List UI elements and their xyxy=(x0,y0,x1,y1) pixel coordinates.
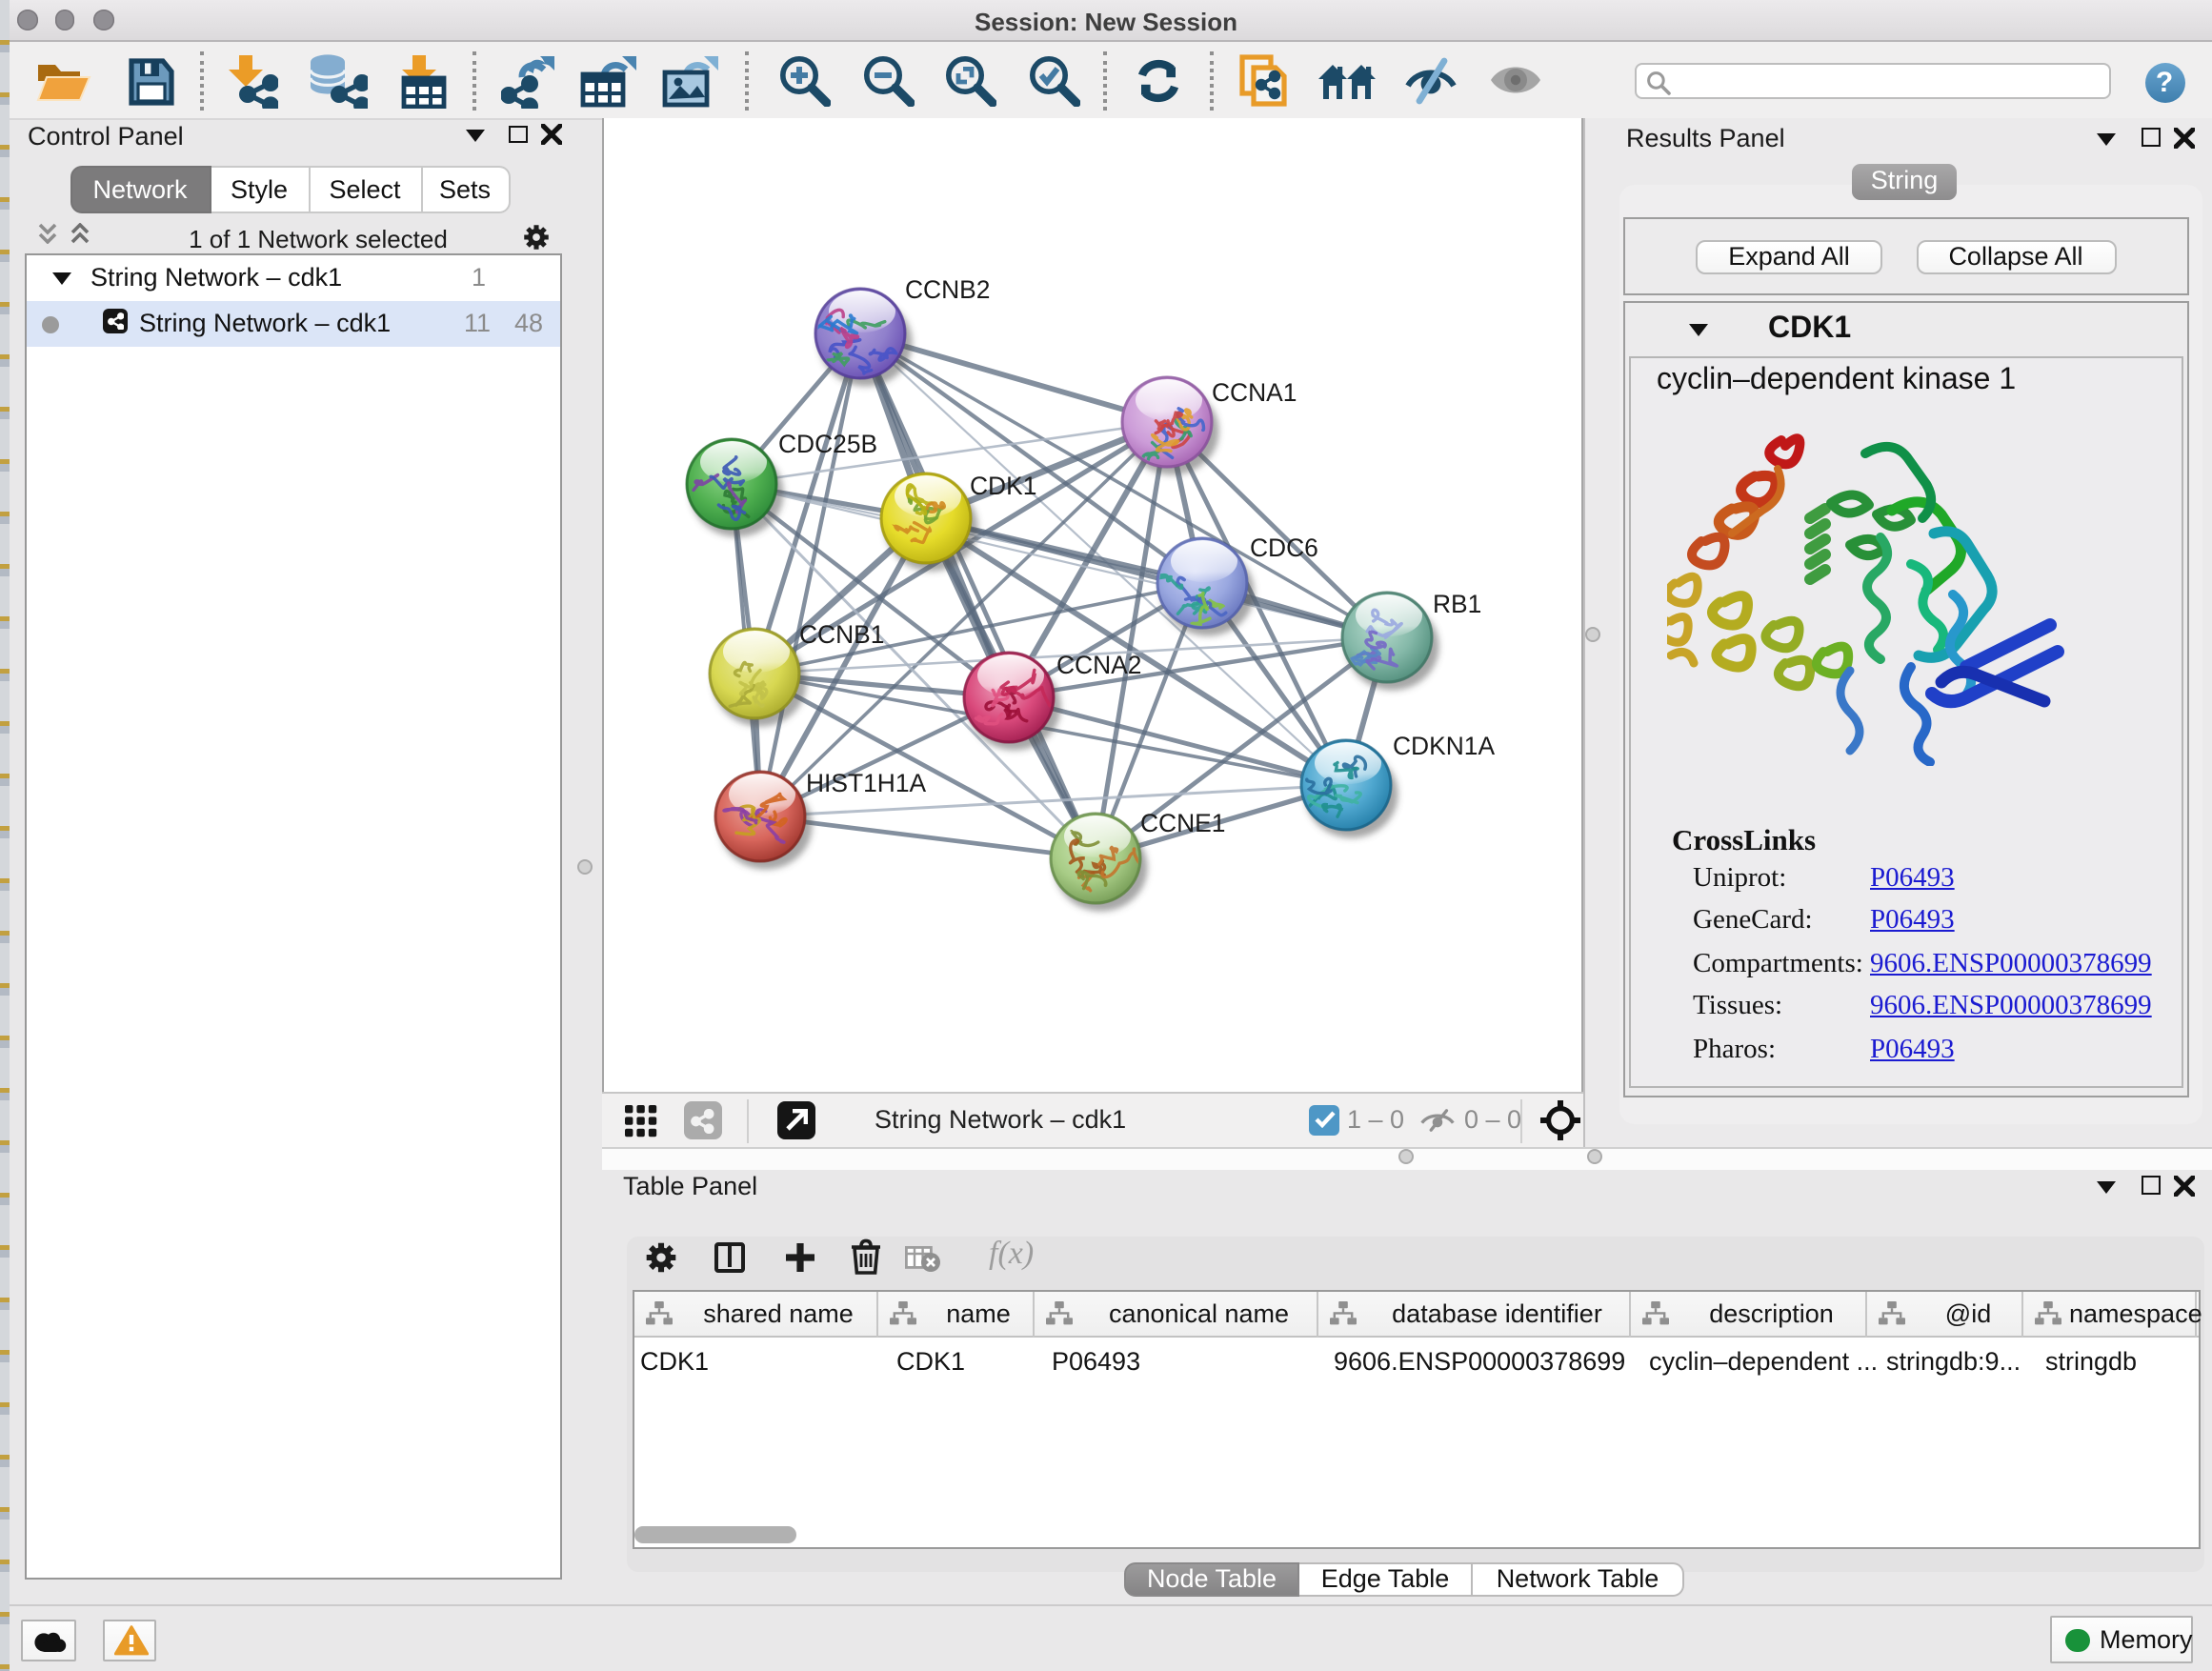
svg-text:CDC6: CDC6 xyxy=(1249,534,1317,562)
svg-text:CCNA2: CCNA2 xyxy=(1056,651,1140,679)
svg-text:CCNE1: CCNE1 xyxy=(1139,809,1224,837)
svg-text:CDKN1A: CDKN1A xyxy=(1392,732,1494,760)
svg-text:CCNA1: CCNA1 xyxy=(1211,378,1296,407)
svg-text:CCNB2: CCNB2 xyxy=(904,275,989,304)
svg-text:HIST1H1A: HIST1H1A xyxy=(805,769,926,797)
svg-text:CDC25B: CDC25B xyxy=(777,430,876,458)
svg-text:RB1: RB1 xyxy=(1432,590,1480,618)
svg-text:CCNB1: CCNB1 xyxy=(798,620,883,649)
svg-text:CDK1: CDK1 xyxy=(969,472,1036,500)
